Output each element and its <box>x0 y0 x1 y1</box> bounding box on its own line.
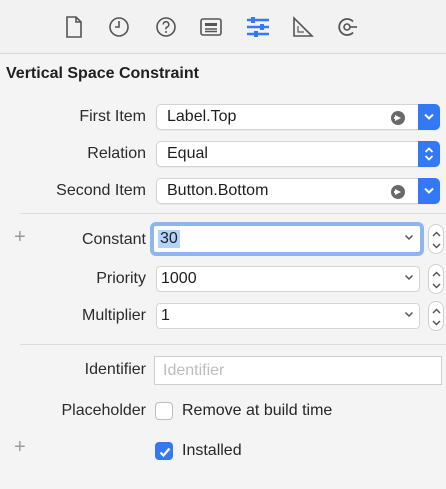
multiplier-label: Multiplier <box>81 307 146 324</box>
identifier-input[interactable] <box>155 357 441 384</box>
section-title: Vertical Space Constraint <box>6 65 199 82</box>
multiplier-value[interactable]: 1 <box>161 307 170 325</box>
priority-label: Priority <box>96 270 146 287</box>
constant-field[interactable] <box>150 222 424 256</box>
relation-popup[interactable]: Equal <box>156 141 440 167</box>
attributes-inspector-icon[interactable] <box>243 13 273 41</box>
placeholder-label: Placeholder <box>61 402 147 419</box>
add-variation-plus-icon[interactable]: + <box>14 226 26 249</box>
chevron-down-icon[interactable] <box>404 311 414 318</box>
multiplier-field[interactable] <box>156 303 420 329</box>
relation-dropdown-button[interactable] <box>418 141 440 167</box>
first-item-popup[interactable]: Label.Top <box>156 104 440 130</box>
add-variation-plus-icon[interactable]: + <box>14 436 26 459</box>
first-item-value: Label.Top <box>167 108 237 125</box>
chevron-down-icon <box>424 187 434 194</box>
multiplier-combo[interactable]: 1 <box>150 299 420 331</box>
quick-help-icon[interactable] <box>151 13 181 41</box>
second-item-popup[interactable]: Button.Bottom <box>156 178 440 204</box>
identifier-field[interactable] <box>154 356 442 385</box>
divider <box>20 344 446 345</box>
chevron-down-icon[interactable] <box>404 274 414 281</box>
constant-label: Constant <box>81 231 146 248</box>
constant-stepper[interactable] <box>428 224 444 254</box>
multiplier-stepper[interactable] <box>428 301 444 331</box>
size-inspector-icon[interactable] <box>288 13 318 41</box>
relation-value: Equal <box>167 145 208 162</box>
constant-combo[interactable]: 30 <box>150 222 424 256</box>
history-inspector-icon[interactable] <box>104 13 134 41</box>
second-item-dropdown-button[interactable] <box>418 178 440 204</box>
first-item-label: First Item <box>79 108 146 125</box>
go-to-item-arrow-icon[interactable] <box>391 185 405 199</box>
checkmark-icon <box>159 447 171 458</box>
chevron-down-icon <box>424 113 434 120</box>
priority-combo[interactable]: 1000 <box>150 262 420 294</box>
constant-value[interactable]: 30 <box>158 230 180 248</box>
priority-value[interactable]: 1000 <box>161 270 197 288</box>
go-to-item-arrow-icon[interactable] <box>391 111 405 125</box>
remove-at-build-time-label[interactable]: Remove at build time <box>182 402 332 420</box>
installed-label[interactable]: Installed <box>182 442 242 460</box>
identity-inspector-icon[interactable] <box>196 13 226 41</box>
chevron-up-down-icon <box>424 147 434 161</box>
connections-inspector-icon[interactable] <box>332 13 362 41</box>
second-item-value: Button.Bottom <box>167 182 269 199</box>
remove-at-build-time-checkbox[interactable] <box>155 402 173 420</box>
first-item-dropdown-button[interactable] <box>418 104 440 130</box>
file-inspector-icon[interactable] <box>59 13 89 41</box>
identifier-label: Identifier <box>84 361 146 378</box>
relation-label: Relation <box>87 145 146 162</box>
installed-checkbox[interactable] <box>155 442 173 460</box>
inspector-toolbar <box>0 0 446 54</box>
chevron-down-icon[interactable] <box>404 234 414 241</box>
second-item-label: Second Item <box>56 182 146 199</box>
divider <box>20 213 446 214</box>
priority-stepper[interactable] <box>428 264 444 294</box>
